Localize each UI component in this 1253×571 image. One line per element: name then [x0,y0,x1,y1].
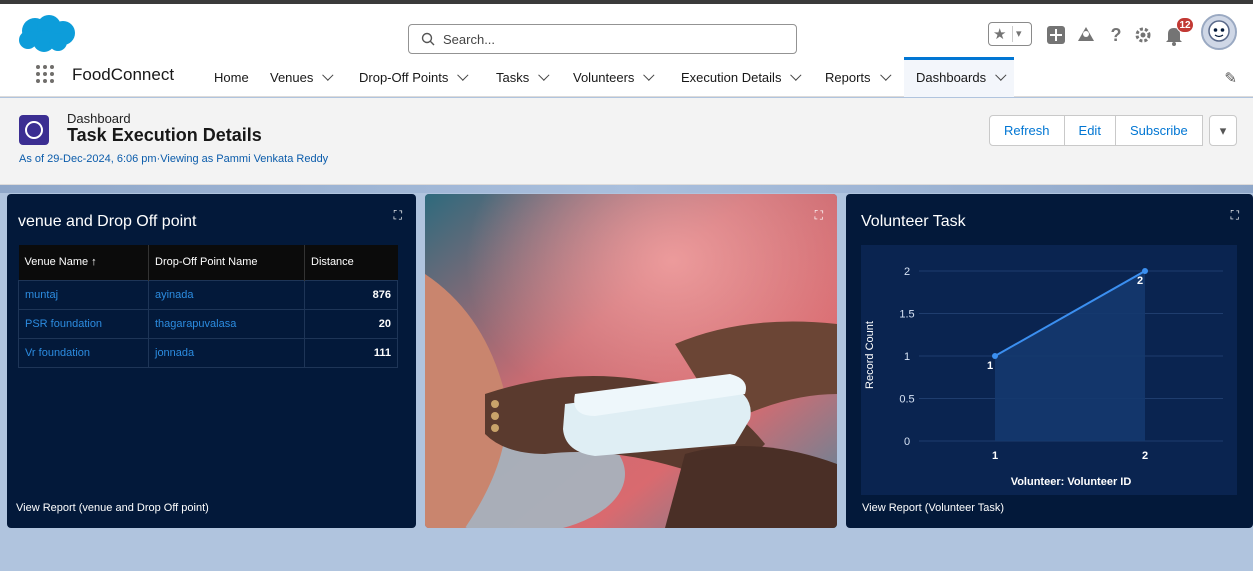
trailhead-icon[interactable] [1075,24,1097,46]
data-label: 1 [987,360,993,372]
nav-item-drop-off-points[interactable]: Drop-Off Points [359,69,469,85]
nav-item-tasks[interactable]: Tasks [496,69,550,85]
app-launcher-icon[interactable] [36,65,56,85]
chevron-down-icon[interactable] [790,69,802,81]
nav-item-label: Reports [825,70,871,85]
page-title: Task Execution Details [67,125,262,145]
view-report-link[interactable]: View Report (venue and Drop Off point) [16,502,209,514]
x-tick-label: 1 [992,450,998,462]
venue-dropoff-table: Venue Name ↑ Drop-Off Point Name Distanc… [18,245,398,368]
nav-item-label: Dashboards [916,70,987,85]
y-tick-label: 2 [904,266,910,278]
app-name: FoodConnect [72,65,175,84]
nav-item-venues[interactable]: Venues [270,69,334,85]
salesforce-cloud-logo[interactable] [18,14,76,54]
dashboard-button-group: Refresh Edit Subscribe ▾ [989,115,1238,146]
nav-item-volunteers[interactable]: Volunteers [573,69,655,85]
widget-title: Volunteer Task [861,213,966,230]
expand-icon[interactable]: ⛶ [1231,208,1239,223]
venue-name-cell[interactable]: muntaj [18,279,149,309]
dashboard-gauge-icon [19,115,49,145]
help-icon[interactable]: ? [1105,24,1127,46]
chevron-down-icon[interactable] [538,69,550,81]
table-row: Vr foundation jonnada 111 [18,337,398,368]
star-icon: ★ [993,26,1007,43]
nav-item-label: Tasks [496,70,530,85]
x-axis-title: Volunteer: Volunteer ID [1011,476,1132,488]
user-avatar[interactable] [1201,14,1237,50]
table-row: muntaj ayinada 876 [18,279,398,309]
venue-name-cell[interactable]: Vr foundation [18,337,149,368]
nav-item-reports[interactable]: Reports [825,69,892,85]
drop-off-point-cell[interactable]: jonnada [148,337,305,368]
y-tick-label: 0 [904,436,910,448]
expand-icon[interactable]: ⛶ [815,208,823,223]
x-tick-label: 2 [1142,450,1148,462]
table-row: PSR foundation thagarapuvalasa 20 [18,308,398,338]
object-label: Dashboard [67,111,131,126]
distance-cell: 876 [304,279,398,309]
notification-count-badge: 12 [1176,17,1194,33]
chevron-down-icon[interactable] [457,69,469,81]
search-icon [421,32,435,46]
distance-cell: 111 [304,337,398,368]
chevron-down-icon[interactable] [995,69,1007,81]
gear-icon[interactable] [1132,24,1154,46]
widget-title: venue and Drop Off point [18,213,197,230]
dashboard-canvas-band [0,185,1253,193]
food-donation-image-widget: ⛶ [425,194,837,528]
chevron-down-icon[interactable] [643,69,655,81]
venue-name-cell[interactable]: PSR foundation [18,308,149,338]
favorites-divider [1012,26,1013,42]
y-tick-label: 1 [904,351,910,363]
distance-cell: 20 [304,308,398,338]
y-tick-label: 0.5 [899,394,914,406]
data-point [992,353,998,359]
column-header-drop-off-point[interactable]: Drop-Off Point Name [148,245,305,280]
subscribe-button[interactable]: Subscribe [1114,115,1203,146]
nav-item-label: Volunteers [573,70,635,85]
global-search[interactable]: Search... [408,24,797,54]
view-report-link[interactable]: View Report (Volunteer Task) [862,502,1004,514]
search-placeholder: Search... [443,32,496,47]
y-axis-title: Record Count [864,321,876,389]
column-header-venue-name[interactable]: Venue Name ↑ [18,245,149,280]
food-donation-photo [425,194,837,528]
drop-off-point-cell[interactable]: thagarapuvalasa [148,308,305,338]
nav-item-label: Execution Details [681,70,782,85]
table-header-row: Venue Name ↑ Drop-Off Point Name Distanc… [18,245,398,280]
data-label: 2 [1137,275,1143,287]
favorites-button[interactable]: ★ ▾ [988,22,1032,46]
column-header-distance[interactable]: Distance [304,245,398,280]
nav-item-home[interactable]: Home [214,70,249,85]
chevron-down-icon[interactable]: ▾ [1016,27,1022,40]
nav-item-label: Venues [270,70,314,85]
expand-icon[interactable]: ⛶ [394,208,402,223]
app-nav-bar: FoodConnect Home Venues Drop-Off Points … [0,57,1253,97]
volunteer-task-chart: 0 0.5 1 1.5 2 1 2 1 2 Volunteer: Volunteer ID Reco… [861,245,1237,495]
global-actions-icon[interactable] [1045,24,1067,46]
refresh-button[interactable]: Refresh [989,115,1065,146]
edit-button[interactable]: Edit [1063,115,1116,146]
drop-off-point-cell[interactable]: ayinada [148,279,305,309]
nav-item-label: Drop-Off Points [359,70,449,85]
chevron-down-icon: ▾ [1219,123,1227,138]
nav-item-label: Home [214,70,249,85]
y-tick-label: 1.5 [899,309,914,321]
dashboard-subtitle: As of 29-Dec-2024, 6:06 pm·Viewing as Pa… [19,153,329,165]
nav-item-execution-details[interactable]: Execution Details [681,69,802,85]
chevron-down-icon[interactable] [879,69,892,81]
dashboard-header: Dashboard Task Execution Details As of 2… [0,98,1253,185]
edit-nav-pencil-icon[interactable]: ✎ [1224,69,1237,87]
chevron-down-icon[interactable] [322,69,334,81]
data-point [1142,268,1148,274]
astro-avatar-icon [1203,16,1235,48]
more-actions-button[interactable]: ▾ [1208,115,1238,146]
nav-item-dashboards[interactable]: Dashboards [904,57,1015,97]
